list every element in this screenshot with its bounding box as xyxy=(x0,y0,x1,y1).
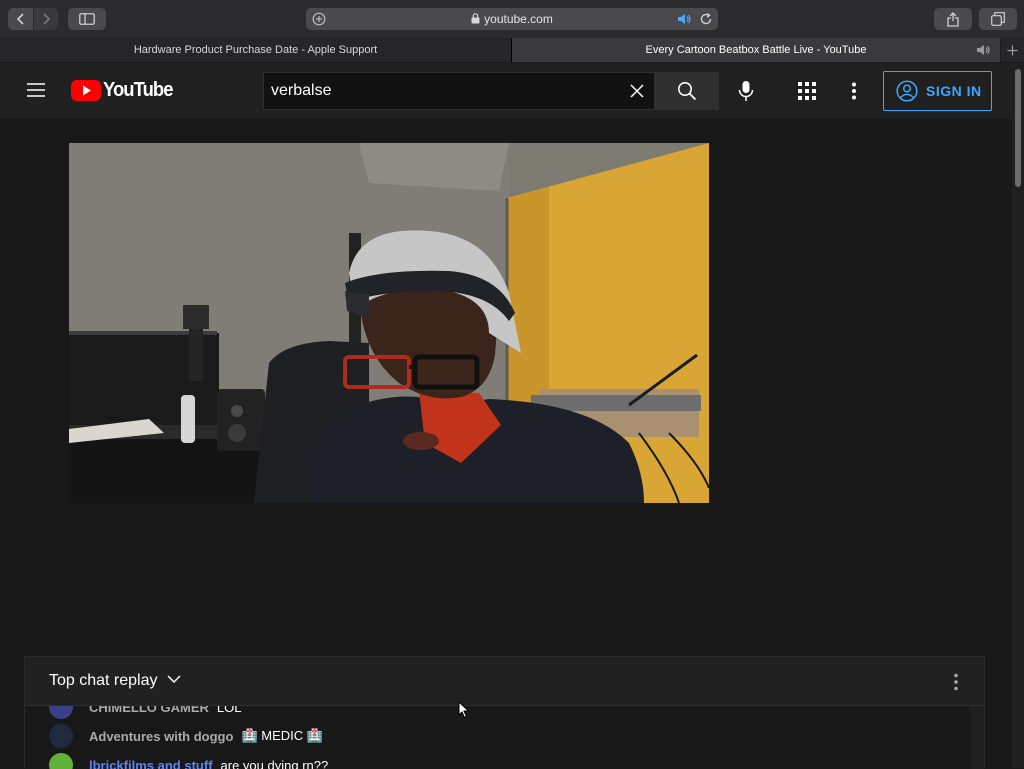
forward-button[interactable] xyxy=(34,8,58,30)
chat-text: are you dying rn?? xyxy=(221,758,329,769)
youtube-header: YouTube verbalse SIGN IN xyxy=(0,63,1012,119)
apps-grid-icon[interactable] xyxy=(798,82,816,100)
more-options-icon[interactable] xyxy=(851,82,857,100)
avatar xyxy=(49,706,73,719)
search-input[interactable]: verbalse xyxy=(263,72,655,110)
search-icon xyxy=(677,81,697,101)
chat-author[interactable]: Adventures with doggo xyxy=(89,729,233,744)
youtube-logo[interactable]: YouTube xyxy=(71,79,179,102)
scrollbar-thumb[interactable] xyxy=(1015,69,1021,187)
mouse-cursor-icon xyxy=(458,701,470,719)
chat-replay-panel: Top chat replay CHIMELLO GAMER LOL Adven… xyxy=(24,656,985,768)
chat-mode-dropdown[interactable]: Top chat replay xyxy=(49,657,181,705)
lock-icon xyxy=(471,13,480,24)
tab-audio-icon[interactable] xyxy=(976,44,992,56)
sign-in-label: SIGN IN xyxy=(926,83,982,99)
avatar xyxy=(49,724,73,748)
hamburger-menu-icon[interactable] xyxy=(26,82,46,98)
chat-message: lbrickfilms and stuff are you dying rn?? xyxy=(49,753,328,769)
share-icon xyxy=(947,12,959,27)
url-text: youtube.com xyxy=(484,12,553,26)
back-forward-group xyxy=(8,8,58,30)
browser-toolbar: youtube.com xyxy=(0,0,1024,38)
tab-youtube[interactable]: Every Cartoon Beatbox Battle Live - YouT… xyxy=(512,38,1000,62)
chat-header: Top chat replay xyxy=(25,657,984,706)
tab-bar: Hardware Product Purchase Date - Apple S… xyxy=(0,38,1024,62)
video-frame xyxy=(69,143,709,503)
chat-message-list[interactable]: CHIMELLO GAMER LOL Adventures with doggo… xyxy=(25,706,970,769)
tab-label: Every Cartoon Beatbox Battle Live - YouT… xyxy=(646,44,867,56)
audio-playing-icon[interactable] xyxy=(677,13,692,25)
sidebar-icon xyxy=(79,13,95,25)
chevron-down-icon xyxy=(167,675,181,684)
microphone-icon[interactable] xyxy=(738,80,754,102)
chat-author[interactable]: lbrickfilms and stuff xyxy=(89,758,213,769)
chat-more-icon[interactable] xyxy=(953,673,959,691)
chat-text: LOL xyxy=(217,706,242,715)
plus-icon xyxy=(1007,45,1018,56)
page-scrollbar[interactable] xyxy=(1012,63,1024,768)
new-tab-button[interactable] xyxy=(1001,38,1024,62)
chat-text: 🏥 MEDIC 🏥 xyxy=(241,728,323,744)
tabs-icon xyxy=(991,12,1005,26)
chat-message: CHIMELLO GAMER LOL xyxy=(49,706,241,719)
sign-in-button[interactable]: SIGN IN xyxy=(883,71,992,111)
reload-icon[interactable] xyxy=(699,12,713,26)
sidebar-toggle-button[interactable] xyxy=(68,8,106,30)
chat-author[interactable]: CHIMELLO GAMER xyxy=(89,706,209,715)
chat-scrollbar[interactable] xyxy=(970,706,984,769)
chevron-left-icon xyxy=(16,13,26,25)
tab-apple-support[interactable]: Hardware Product Purchase Date - Apple S… xyxy=(0,38,511,62)
youtube-play-icon xyxy=(71,80,101,101)
video-player[interactable] xyxy=(69,143,709,503)
chat-message: Adventures with doggo 🏥 MEDIC 🏥 xyxy=(49,724,323,748)
address-bar[interactable]: youtube.com xyxy=(306,8,718,30)
search-button[interactable] xyxy=(655,72,719,110)
account-icon xyxy=(896,80,918,102)
share-button[interactable] xyxy=(934,8,972,30)
chat-title: Top chat replay xyxy=(49,672,158,689)
back-button[interactable] xyxy=(8,8,33,30)
search-query: verbalse xyxy=(271,73,331,109)
clear-search-icon[interactable] xyxy=(630,84,644,98)
address-url: youtube.com xyxy=(306,8,718,30)
tab-label: Hardware Product Purchase Date - Apple S… xyxy=(134,44,377,56)
tab-overview-button[interactable] xyxy=(979,8,1017,30)
avatar xyxy=(49,753,73,769)
chevron-right-icon xyxy=(41,13,51,25)
youtube-wordmark: YouTube xyxy=(103,79,173,102)
